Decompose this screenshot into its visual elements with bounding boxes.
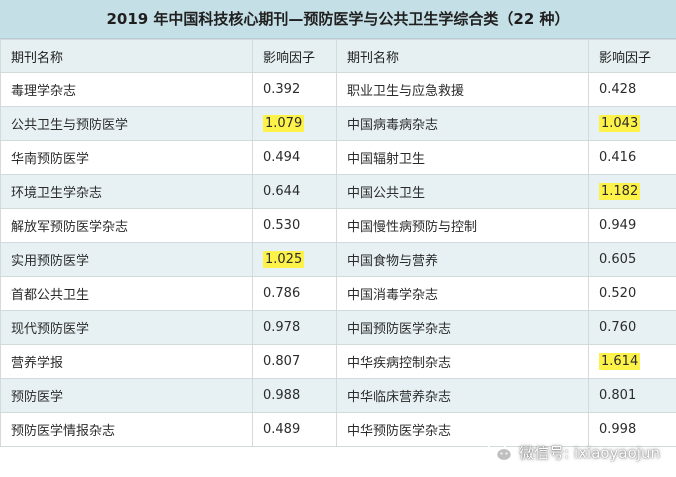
table-row: 现代预防医学 0.978 中国预防医学杂志 0.760	[0, 310, 676, 345]
journal-name-cell: 中国消毒学杂志	[336, 276, 589, 311]
table-row: 预防医学 0.988 中华临床营养杂志 0.801	[0, 378, 676, 413]
journal-name-cell: 中华疾病控制杂志	[336, 344, 589, 379]
journal-name-cell: 环境卫生学杂志	[0, 174, 253, 209]
table-row: 营养学报 0.807 中华疾病控制杂志 1.614	[0, 344, 676, 379]
impact-factor-cell: 0.786	[252, 276, 337, 311]
impact-factor-cell: 0.489	[252, 412, 337, 447]
table-row: 公共卫生与预防医学 1.079 中国病毒病杂志 1.043	[0, 106, 676, 141]
header-row: 期刊名称 影响因子 期刊名称 影响因子	[0, 39, 676, 73]
impact-factor-cell: 0.760	[588, 310, 676, 345]
impact-factor-cell: 0.807	[252, 344, 337, 379]
highlighted-value: 1.614	[599, 353, 641, 370]
header-impact-factor-1: 影响因子	[252, 39, 337, 73]
journal-name-cell: 中国病毒病杂志	[336, 106, 589, 141]
wechat-watermark: 微信号: ixiaoyaojun	[487, 441, 660, 463]
watermark-text: 微信号: ixiaoyaojun	[519, 443, 660, 462]
impact-factor-cell: 0.605	[588, 242, 676, 277]
journal-name-cell: 中国预防医学杂志	[336, 310, 589, 345]
journal-name-cell: 预防医学	[0, 378, 253, 413]
table-row: 首都公共卫生 0.786 中国消毒学杂志 0.520	[0, 276, 676, 311]
table-row: 解放军预防医学杂志 0.530 中国慢性病预防与控制 0.949	[0, 208, 676, 243]
journal-name-cell: 毒理学杂志	[0, 72, 253, 107]
header-impact-factor-2: 影响因子	[588, 39, 676, 73]
impact-factor-cell: 0.416	[588, 140, 676, 175]
impact-factor-cell: 0.494	[252, 140, 337, 175]
impact-factor-cell: 0.530	[252, 208, 337, 243]
impact-factor-cell: 0.988	[252, 378, 337, 413]
highlighted-value: 1.182	[599, 183, 641, 200]
highlighted-value: 1.043	[599, 115, 641, 132]
journal-name-cell: 中国食物与营养	[336, 242, 589, 277]
journal-name-cell: 预防医学情报杂志	[0, 412, 253, 447]
journal-name-cell: 职业卫生与应急救援	[336, 72, 589, 107]
impact-factor-cell: 1.079	[252, 106, 337, 141]
impact-factor-cell: 1.182	[588, 174, 676, 209]
header-journal-name-1: 期刊名称	[0, 39, 253, 73]
table-title: 2019 年中国科技核心期刊—预防医学与公共卫生学综合类（22 种）	[0, 0, 676, 39]
impact-factor-cell: 1.043	[588, 106, 676, 141]
table-row: 实用预防医学 1.025 中国食物与营养 0.605	[0, 242, 676, 277]
impact-factor-cell: 0.520	[588, 276, 676, 311]
table-row: 毒理学杂志 0.392 职业卫生与应急救援 0.428	[0, 72, 676, 107]
journal-name-cell: 解放军预防医学杂志	[0, 208, 253, 243]
impact-factor-cell: 0.978	[252, 310, 337, 345]
journal-name-cell: 华南预防医学	[0, 140, 253, 175]
journal-table-document: 2019 年中国科技核心期刊—预防医学与公共卫生学综合类（22 种） 期刊名称 …	[0, 0, 676, 477]
table-row: 华南预防医学 0.494 中国辐射卫生 0.416	[0, 140, 676, 175]
journal-name-cell: 实用预防医学	[0, 242, 253, 277]
impact-factor-cell: 0.949	[588, 208, 676, 243]
highlighted-value: 1.025	[263, 251, 305, 268]
journal-name-cell: 现代预防医学	[0, 310, 253, 345]
impact-factor-cell: 1.025	[252, 242, 337, 277]
impact-factor-cell: 1.614	[588, 344, 676, 379]
journal-name-cell: 首都公共卫生	[0, 276, 253, 311]
header-journal-name-2: 期刊名称	[336, 39, 589, 73]
impact-factor-cell: 0.644	[252, 174, 337, 209]
journal-table: 期刊名称 影响因子 期刊名称 影响因子 毒理学杂志 0.392 职业卫生与应急救援 0…	[0, 39, 676, 447]
highlighted-value: 1.079	[263, 115, 305, 132]
impact-factor-cell: 0.428	[588, 72, 676, 107]
journal-name-cell: 中国公共卫生	[336, 174, 589, 209]
impact-factor-cell: 0.801	[588, 378, 676, 413]
journal-name-cell: 中国辐射卫生	[336, 140, 589, 175]
journal-name-cell: 中国慢性病预防与控制	[336, 208, 589, 243]
journal-name-cell: 中华临床营养杂志	[336, 378, 589, 413]
journal-name-cell: 营养学报	[0, 344, 253, 379]
table-body: 毒理学杂志 0.392 职业卫生与应急救援 0.428 公共卫生与预防医学 1.079 中国…	[0, 72, 676, 447]
wechat-icon	[487, 441, 513, 462]
impact-factor-cell: 0.392	[252, 72, 337, 107]
journal-name-cell: 公共卫生与预防医学	[0, 106, 253, 141]
table-row: 环境卫生学杂志 0.644 中国公共卫生 1.182	[0, 174, 676, 209]
